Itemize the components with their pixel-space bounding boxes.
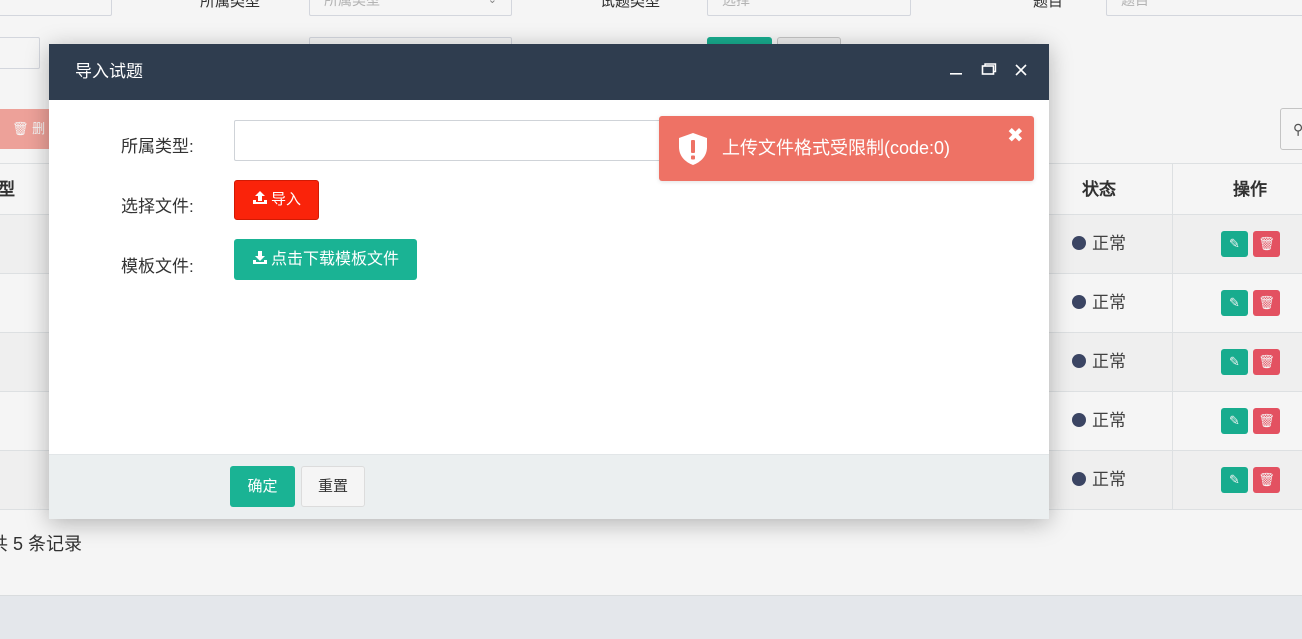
modal-header: 导入试题 (49, 44, 1049, 100)
toast-close-icon[interactable]: ✖ (1007, 126, 1024, 146)
download-icon (252, 251, 267, 264)
close-button[interactable] (1010, 58, 1032, 86)
import-file-button[interactable]: 导入 (234, 180, 319, 220)
minimize-button[interactable] (945, 58, 967, 86)
upload-icon (252, 191, 267, 204)
error-toast: 上传文件格式受限制(code:0) ✖ (659, 116, 1034, 181)
reset-button[interactable]: 重置 (301, 466, 365, 507)
minimize-icon (950, 73, 962, 75)
template-label: 模板文件: (121, 257, 194, 276)
import-file-label: 导入 (270, 191, 301, 208)
modal-title: 导入试题 (75, 62, 143, 81)
maximize-button[interactable] (978, 58, 1000, 86)
close-icon (1015, 64, 1027, 76)
shield-warning-icon (679, 133, 707, 165)
download-template-label: 点击下载模板文件 (270, 251, 399, 268)
file-label: 选择文件: (121, 197, 194, 216)
category-label: 所属类型: (121, 137, 194, 156)
confirm-button[interactable]: 确定 (230, 466, 295, 507)
download-template-button[interactable]: 点击下载模板文件 (234, 239, 417, 280)
modal-footer: 确定 重置 (49, 454, 1049, 519)
maximize-icon (981, 63, 997, 75)
toast-message: 上传文件格式受限制(code:0) (722, 138, 951, 158)
